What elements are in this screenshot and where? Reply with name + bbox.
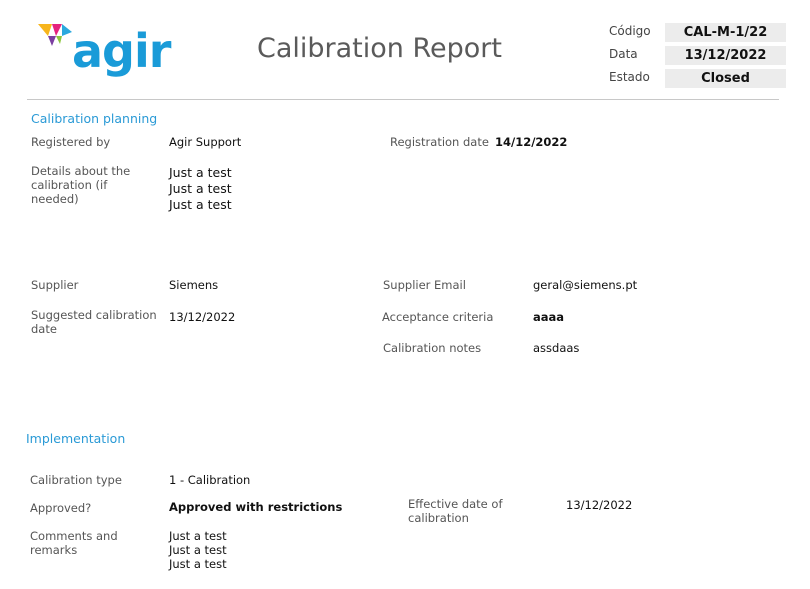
supplier-label: Supplier — [31, 278, 79, 292]
supplier-value: Siemens — [169, 278, 219, 292]
header-divider — [27, 99, 779, 100]
registered-by-label: Registered by — [31, 135, 111, 149]
meta-label-code: Código — [609, 24, 651, 38]
meta-value-code: CAL-M-1/22 — [665, 23, 786, 42]
agir-logo: agir — [38, 22, 171, 82]
acceptance-criteria-label: Acceptance criteria — [382, 310, 494, 324]
registration-date-label: Registration date — [390, 135, 489, 149]
section-title-implementation: Implementation — [26, 431, 126, 446]
calibration-type-value: 1 - Calibration — [169, 473, 251, 487]
details-label: Details about the calibration (if needed… — [31, 164, 131, 206]
suggested-date-value: 13/12/2022 — [169, 310, 236, 324]
comments-label: Comments and remarks — [30, 529, 118, 557]
supplier-email-label: Supplier Email — [383, 278, 466, 292]
calibration-notes-value: assdaas — [533, 341, 580, 355]
meta-label-date: Data — [609, 47, 638, 61]
meta-label-status: Estado — [609, 70, 650, 84]
page-title: Calibration Report — [257, 33, 502, 64]
section-title-planning: Calibration planning — [31, 111, 158, 126]
meta-value-date: 13/12/2022 — [665, 46, 786, 65]
supplier-email-value: geral@siemens.pt — [533, 278, 638, 292]
effective-date-value: 13/12/2022 — [566, 498, 633, 512]
effective-date-label: Effective date of calibration — [408, 497, 503, 525]
comments-value: Just a test Just a test Just a test — [169, 529, 227, 571]
registered-by-value: Agir Support — [169, 135, 242, 149]
calibration-type-label: Calibration type — [30, 473, 122, 487]
registration-date-value: 14/12/2022 — [495, 135, 568, 149]
details-value: Just a test Just a test Just a test — [169, 165, 232, 212]
approved-label: Approved? — [30, 501, 92, 515]
acceptance-criteria-value: aaaa — [533, 310, 565, 324]
meta-value-status: Closed — [665, 69, 786, 88]
logo-wordmark: agir — [72, 24, 171, 78]
calibration-notes-label: Calibration notes — [383, 341, 482, 355]
suggested-date-label: Suggested calibration date — [31, 308, 157, 336]
approved-value: Approved with restrictions — [169, 500, 343, 514]
